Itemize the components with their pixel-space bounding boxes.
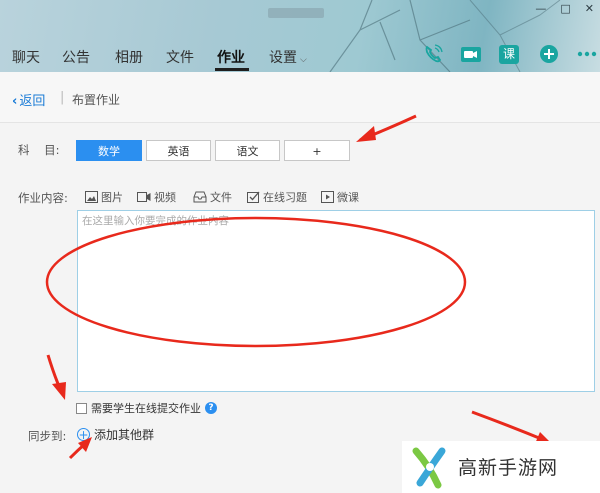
subject-english-button[interactable]: 英语	[146, 140, 211, 161]
tab-announcement[interactable]: 公告	[62, 47, 90, 67]
watermark-logo	[412, 447, 446, 489]
add-icon[interactable]	[538, 44, 560, 64]
editor-toolbar: 图片 视频 文件 在线习题 微课	[77, 186, 596, 210]
content-label: 作业内容:	[18, 191, 68, 205]
homework-content-editor[interactable]: 在这里输入你要完成的作业内容	[77, 210, 595, 392]
subject-label: 科 目:	[18, 143, 60, 157]
annotation-arrow-add-group	[68, 441, 87, 460]
tab-settings[interactable]: 设置 ⌵	[269, 47, 307, 67]
watermark-text: 高新手游网	[458, 457, 559, 479]
add-circle-icon: +	[77, 428, 90, 442]
file-icon	[193, 191, 207, 203]
annotation-arrow-right	[471, 410, 545, 442]
chevron-down-icon: ⌵	[300, 55, 307, 65]
add-group-button[interactable]: + 添加其他群	[77, 426, 154, 443]
window-controls: — □ ✕	[535, 2, 594, 15]
exercise-icon	[247, 191, 260, 203]
chevron-left-icon: ‹	[12, 94, 18, 109]
active-tab-indicator	[215, 68, 249, 71]
tab-homework[interactable]: 作业	[217, 47, 245, 67]
close-button[interactable]: ✕	[585, 2, 594, 15]
help-icon[interactable]: ?	[205, 402, 217, 414]
back-link[interactable]: ‹ 返回	[12, 90, 45, 109]
insert-image-button[interactable]: 图片	[85, 189, 123, 205]
maximize-button[interactable]: □	[560, 2, 570, 15]
window-title-blurred	[268, 8, 324, 18]
subject-math-button[interactable]: 数学	[76, 140, 142, 161]
subject-chinese-button[interactable]: 语文	[215, 140, 280, 161]
video-call-icon[interactable]	[460, 44, 482, 64]
video-icon	[137, 192, 151, 202]
sync-label: 同步到:	[28, 429, 67, 443]
editor-placeholder: 在这里输入你要完成的作业内容	[82, 215, 229, 227]
tab-chat[interactable]: 聊天	[12, 47, 40, 67]
site-watermark: 高新手游网	[402, 441, 600, 493]
tab-files[interactable]: 文件	[166, 47, 194, 67]
insert-exercise-button[interactable]: 在线习题	[247, 189, 307, 205]
annotation-arrow-checkbox	[46, 354, 64, 394]
insert-video-button[interactable]: 视频	[137, 189, 176, 205]
phone-icon[interactable]	[422, 44, 444, 64]
microclass-icon	[321, 191, 334, 203]
breadcrumb-separator: |	[60, 90, 65, 105]
minimize-button[interactable]: —	[535, 2, 546, 15]
require-online-label: 需要学生在线提交作业	[91, 402, 201, 415]
page-title: 布置作业	[72, 93, 121, 107]
add-subject-button[interactable]: +	[284, 140, 350, 161]
require-online-submit-row: 需要学生在线提交作业 ?	[76, 400, 217, 416]
class-icon[interactable]: 课	[499, 45, 519, 64]
more-icon[interactable]	[576, 44, 598, 64]
require-online-checkbox[interactable]	[76, 402, 87, 414]
insert-file-button[interactable]: 文件	[193, 189, 232, 205]
tab-album[interactable]: 相册	[115, 47, 143, 67]
image-icon	[85, 191, 98, 203]
insert-microclass-button[interactable]: 微课	[321, 189, 359, 205]
